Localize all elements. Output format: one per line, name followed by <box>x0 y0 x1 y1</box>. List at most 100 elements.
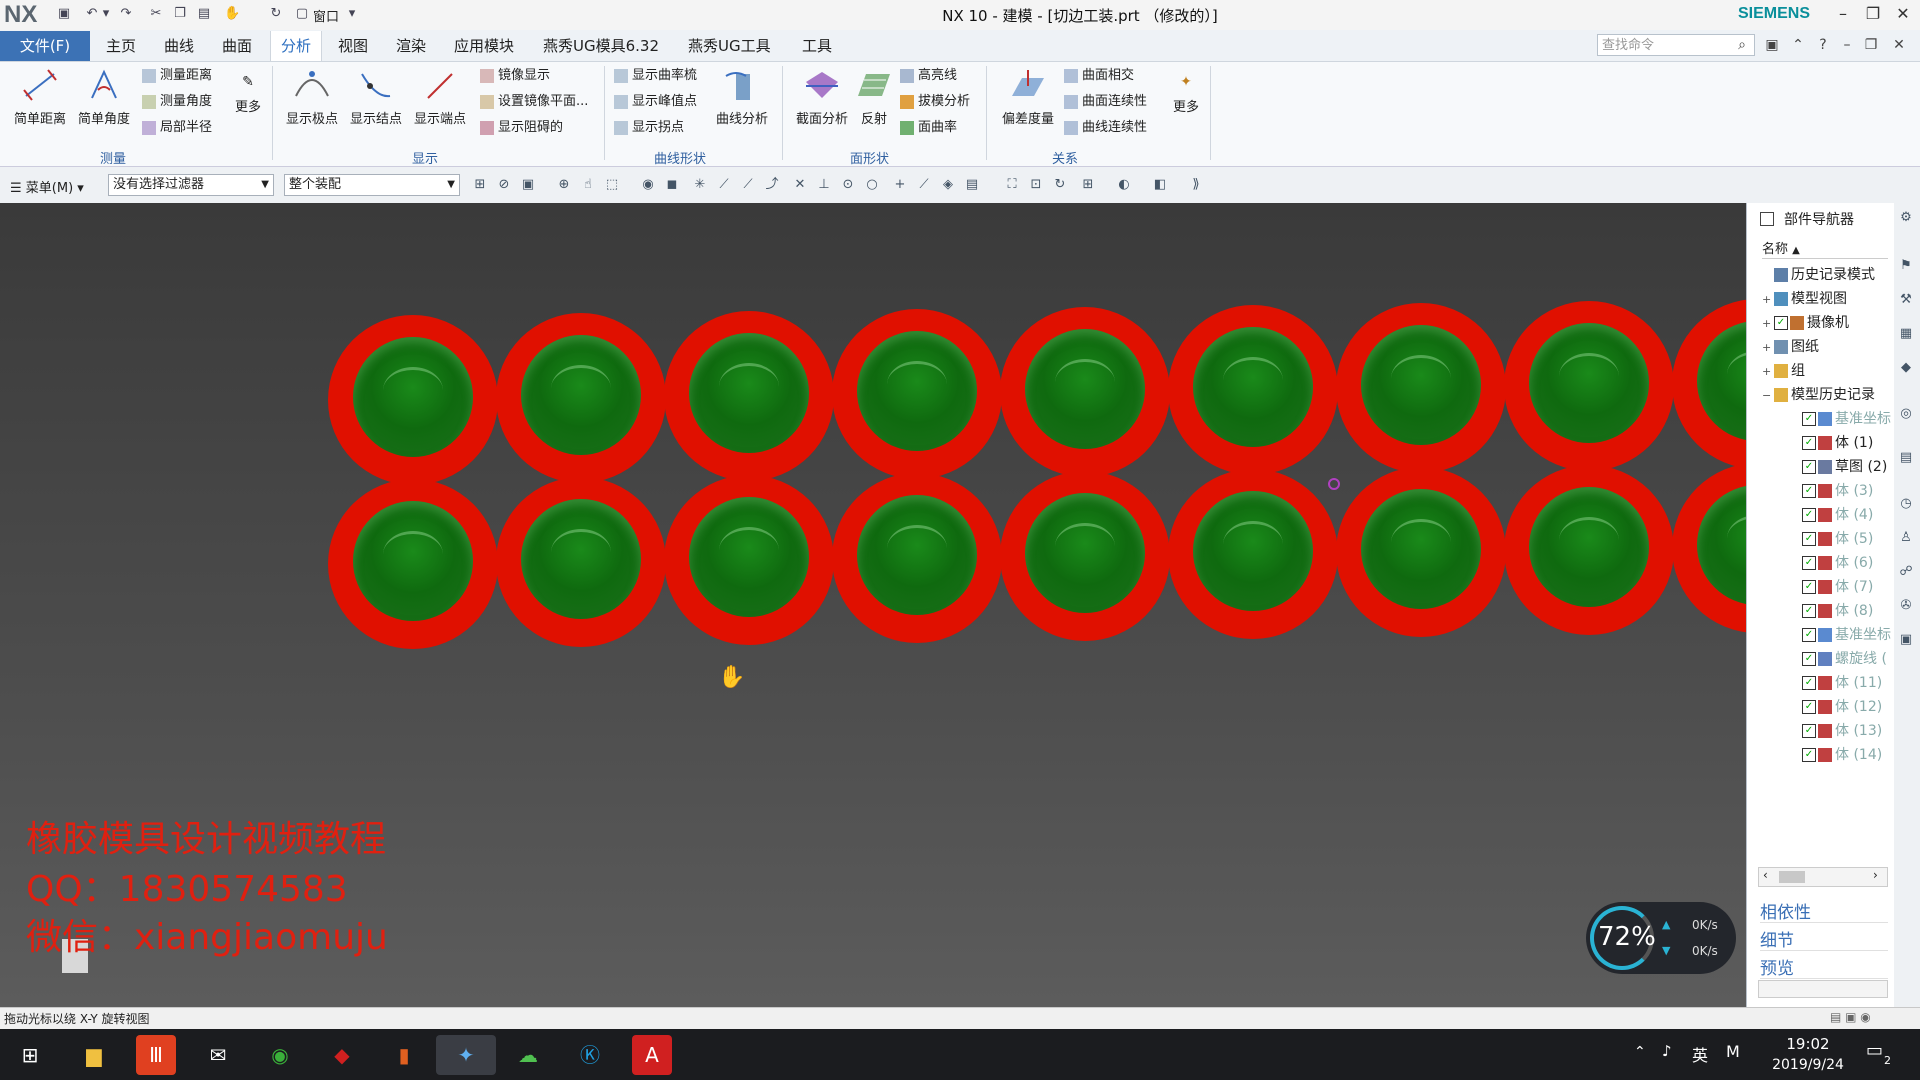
repeat-command-icon[interactable]: ↻ <box>268 6 284 22</box>
render-style-icon[interactable]: ◐ <box>1116 177 1132 193</box>
reuse-library-icon[interactable]: ◆ <box>1896 358 1916 378</box>
tree-item[interactable]: ✓ 草图 (2) <box>1790 455 1887 479</box>
tab-applications[interactable]: 应用模块 <box>454 31 514 61</box>
scroll-left-icon[interactable]: ‹ <box>1763 868 1768 882</box>
autocad-icon[interactable]: A <box>632 1035 672 1075</box>
tree-item[interactable]: ✓ 基准坐标 <box>1790 407 1891 431</box>
visibility-checkbox-icon[interactable]: ✓ <box>1802 436 1816 450</box>
tree-item[interactable]: 历史记录模式 <box>1762 263 1875 287</box>
expand-toggle-icon[interactable]: − <box>1762 384 1774 408</box>
endpoint-icon[interactable]: ⟋ <box>716 177 732 193</box>
menu-button[interactable]: ☰ 菜单(M) ▾ <box>10 177 84 196</box>
help-icon[interactable]: ? <box>1814 36 1832 54</box>
highlight-lines-button[interactable]: 高亮线 <box>900 65 957 87</box>
tree-item[interactable]: ✓ 螺旋线 ( <box>1790 647 1887 671</box>
doc-minimize-icon[interactable]: – <box>1838 36 1856 54</box>
solid-icon[interactable]: ◼ <box>664 177 680 193</box>
tab-tools[interactable]: 工具 <box>802 31 832 61</box>
taskbar-time[interactable]: 19:02 <box>1768 1035 1848 1053</box>
volume-icon[interactable]: ♪ <box>1662 1042 1672 1060</box>
rubber-part[interactable] <box>1168 305 1338 475</box>
control-point-icon[interactable]: ⤴ <box>764 177 780 193</box>
navigator-h-scrollbar[interactable]: ‹ › <box>1758 867 1888 887</box>
rubber-part[interactable] <box>1672 463 1746 633</box>
tab-yanxiu-mold[interactable]: 燕秀UG模具6.32 <box>543 31 659 61</box>
tree-item[interactable]: ✓ 体 (6) <box>1790 551 1873 575</box>
rubber-part[interactable] <box>496 313 666 483</box>
rubber-part[interactable] <box>832 473 1002 643</box>
rubber-part[interactable] <box>664 311 834 481</box>
deviation-gauge-button[interactable]: 偏差度量 <box>996 68 1060 127</box>
rubber-part[interactable] <box>1672 299 1746 469</box>
file-menu[interactable]: 文件(F) <box>0 31 90 61</box>
window-icon[interactable]: ▢ <box>294 6 310 22</box>
notification-icon[interactable]: ▭ <box>1866 1040 1883 1061</box>
visibility-checkbox-icon[interactable]: ✓ <box>1802 676 1816 690</box>
dependencies-section[interactable]: 相依性 <box>1760 898 1888 923</box>
office-icon[interactable]: ▮ <box>384 1035 424 1075</box>
doc-restore-icon[interactable]: ❐ <box>1862 36 1880 54</box>
visibility-checkbox-icon[interactable]: ✓ <box>1802 652 1816 666</box>
redo-icon[interactable]: ↷ <box>118 6 134 22</box>
rubber-part[interactable] <box>328 315 498 485</box>
name-column-header[interactable]: 名称 ▲ <box>1762 238 1888 259</box>
draft-analysis-button[interactable]: 拔模分析 <box>900 91 970 113</box>
part-navigator-icon[interactable]: ▦ <box>1896 324 1916 344</box>
visibility-checkbox-icon[interactable]: ✓ <box>1802 508 1816 522</box>
file-explorer-icon[interactable]: ▆ <box>74 1035 114 1075</box>
tree-item[interactable]: ✓ 体 (1) <box>1790 431 1873 455</box>
visibility-checkbox-icon[interactable]: ✓ <box>1802 700 1816 714</box>
close-icon[interactable]: ✕ <box>1888 3 1918 25</box>
copy-icon[interactable]: ❐ <box>172 6 188 22</box>
reflection-button[interactable]: 反射 <box>844 68 904 127</box>
app-red-icon[interactable]: Ⅲ <box>136 1035 176 1075</box>
show-curvature-comb-button[interactable]: 显示曲率梳 <box>614 65 697 87</box>
measure-angle-button[interactable]: 测量角度 <box>142 91 212 113</box>
tree-item[interactable]: + ✓ 摄像机 <box>1762 311 1849 335</box>
expand-toggle-icon[interactable]: + <box>1762 312 1774 336</box>
tree-item[interactable]: ✓ 体 (5) <box>1790 527 1873 551</box>
rubber-part[interactable] <box>496 477 666 647</box>
rubber-part[interactable] <box>1168 469 1338 639</box>
tray-up-icon[interactable]: ⌃ <box>1634 1044 1646 1060</box>
settings-icon[interactable]: ⚙ <box>1896 208 1916 228</box>
details-section[interactable]: 细节 <box>1760 926 1888 951</box>
tab-home[interactable]: 主页 <box>106 31 136 61</box>
expand-toggle-icon[interactable]: + <box>1762 336 1774 360</box>
visibility-checkbox-icon[interactable]: ✓ <box>1802 412 1816 426</box>
surface-intersection-button[interactable]: 曲面相交 <box>1064 65 1134 87</box>
tree-item[interactable]: ✓ 体 (11) <box>1790 671 1882 695</box>
zoom-icon[interactable]: ⊡ <box>1028 177 1044 193</box>
show-blocked-button[interactable]: 显示阻碍的 <box>480 117 563 139</box>
surface-continuity-button[interactable]: 曲面连续性 <box>1064 91 1147 113</box>
expand-toggle-icon[interactable]: + <box>1762 288 1774 312</box>
collapse-ribbon-icon[interactable]: ⌃ <box>1789 36 1807 54</box>
simple-angle-button[interactable]: 简单角度 <box>74 68 134 127</box>
clock-icon[interactable]: ◷ <box>1896 494 1916 514</box>
show-poles-button[interactable]: 显示极点 <box>282 68 342 127</box>
visibility-checkbox-icon[interactable]: ✓ <box>1802 604 1816 618</box>
wechat-icon[interactable]: ☁ <box>508 1035 548 1075</box>
paste-icon[interactable]: ▤ <box>196 6 212 22</box>
rubber-part[interactable] <box>1000 307 1170 477</box>
visibility-checkbox-icon[interactable]: ✓ <box>1802 532 1816 546</box>
point-on-face-icon[interactable]: ⟋ <box>916 177 932 193</box>
layer-icon[interactable]: ▤ <box>964 177 980 193</box>
bounded-grid-icon[interactable]: ◈ <box>940 177 956 193</box>
show-endpoints-button[interactable]: 显示端点 <box>410 68 470 127</box>
windows-start-icon[interactable]: ⊞ <box>10 1035 50 1075</box>
measure-more-button[interactable]: ✎ 更多 <box>228 68 268 126</box>
tree-item[interactable]: ✓ 体 (13) <box>1790 719 1882 743</box>
visibility-checkbox-icon[interactable]: ✓ <box>1802 748 1816 762</box>
visibility-checkbox-icon[interactable]: ✓ <box>1774 316 1788 330</box>
tab-curve[interactable]: 曲线 <box>164 31 194 61</box>
doc-close-icon[interactable]: ✕ <box>1890 36 1908 54</box>
assembly-navigator-icon[interactable]: ⚑ <box>1896 256 1916 276</box>
curve-analysis-button[interactable]: 曲线分析 <box>712 68 772 127</box>
window-menu[interactable]: 窗口 <box>313 6 339 25</box>
quadrant-icon[interactable]: ○ <box>864 177 880 193</box>
tree-item[interactable]: ✓ 体 (12) <box>1790 695 1882 719</box>
snap-icon[interactable]: ⊕ <box>556 177 572 193</box>
tree-item[interactable]: ✓ 基准坐标 <box>1790 623 1891 647</box>
tab-surface[interactable]: 曲面 <box>222 31 252 61</box>
